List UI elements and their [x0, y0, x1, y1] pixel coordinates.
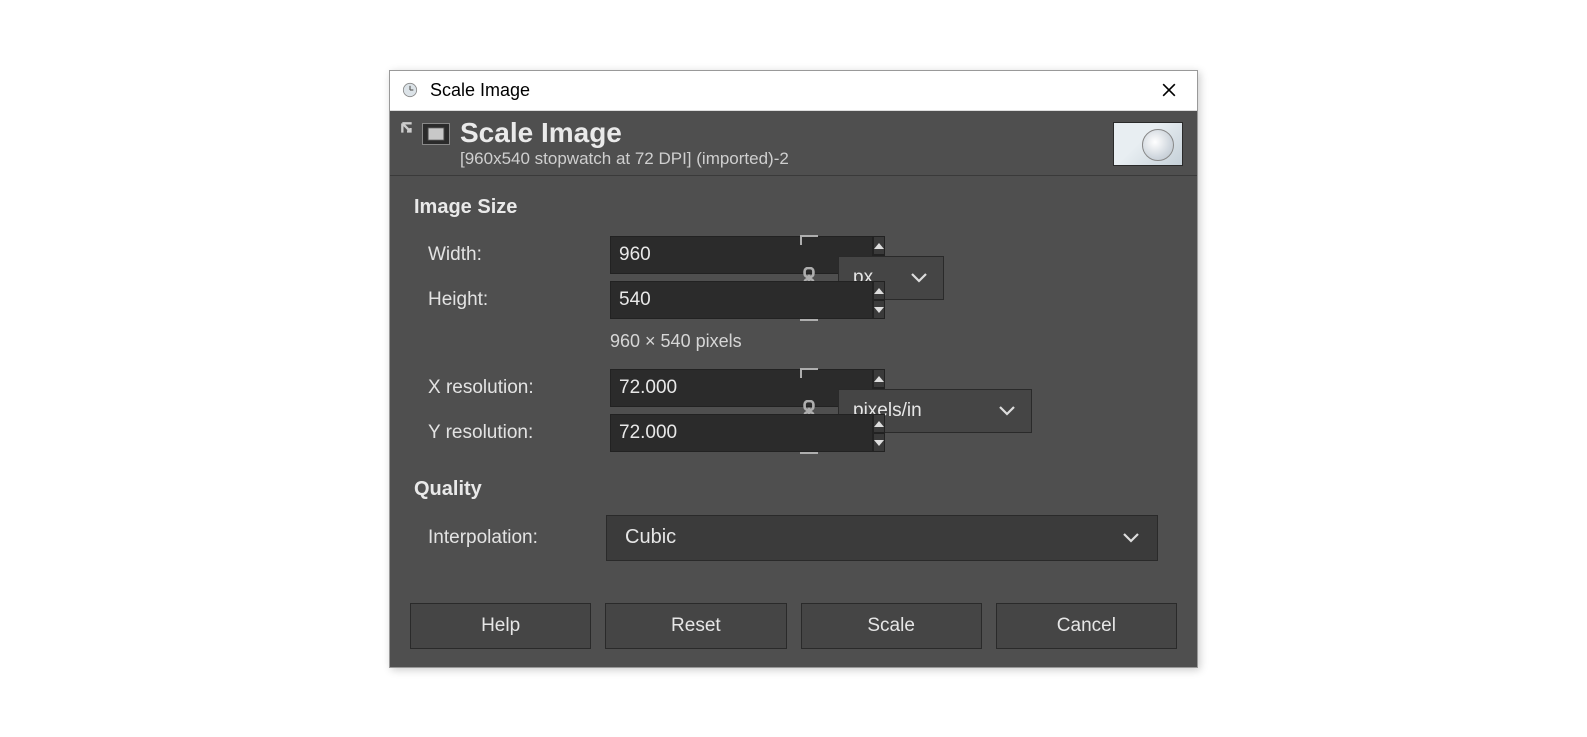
- interpolation-label: Interpolation:: [414, 527, 588, 549]
- chevron-down-icon: [1123, 533, 1139, 543]
- interpolation-dropdown[interactable]: Cubic: [606, 515, 1158, 561]
- yres-input[interactable]: [610, 414, 873, 452]
- width-input-group: [610, 236, 780, 274]
- app-icon: [398, 78, 422, 102]
- pixel-size-note: 960 × 540 pixels: [610, 331, 1048, 352]
- height-spin-down[interactable]: [873, 300, 885, 319]
- scale-image-dialog: Scale Image Scale Image [960x540 stopwat…: [389, 70, 1198, 668]
- height-input-group: [610, 281, 780, 319]
- yres-spin-down[interactable]: [873, 433, 885, 452]
- dialog-title: Scale Image: [460, 119, 1113, 147]
- yres-label: Y resolution:: [414, 422, 604, 444]
- chevron-down-icon: [911, 273, 927, 283]
- image-preview-thumb: [1113, 122, 1183, 166]
- titlebar: Scale Image: [390, 71, 1197, 111]
- close-button[interactable]: [1147, 72, 1191, 108]
- reset-button[interactable]: Reset: [605, 603, 786, 649]
- height-input[interactable]: [610, 281, 873, 319]
- cancel-button[interactable]: Cancel: [996, 603, 1177, 649]
- dialog-body: Scale Image [960x540 stopwatch at 72 DPI…: [390, 111, 1197, 667]
- scale-button[interactable]: Scale: [801, 603, 982, 649]
- yres-input-group: [610, 414, 780, 452]
- button-bar: Help Reset Scale Cancel: [390, 561, 1197, 667]
- height-spin-up[interactable]: [873, 281, 885, 300]
- image-size-heading: Image Size: [414, 196, 1173, 219]
- xres-label: X resolution:: [414, 377, 604, 399]
- window-title: Scale Image: [430, 80, 530, 101]
- collapse-arrow-icon: [400, 121, 418, 139]
- yres-spin-up[interactable]: [873, 414, 885, 433]
- width-label: Width:: [414, 244, 604, 266]
- xres-input-group: [610, 369, 780, 407]
- chevron-down-icon: [999, 406, 1015, 416]
- interpolation-value: Cubic: [625, 526, 676, 549]
- xres-spin-up[interactable]: [873, 369, 885, 388]
- width-spin-up[interactable]: [873, 236, 885, 255]
- width-input[interactable]: [610, 236, 873, 274]
- dialog-subtitle: [960x540 stopwatch at 72 DPI] (imported)…: [460, 149, 1113, 169]
- height-label: Height:: [414, 289, 604, 311]
- dialog-header: Scale Image [960x540 stopwatch at 72 DPI…: [390, 111, 1197, 176]
- header-thumb-icon: [422, 123, 450, 145]
- help-button[interactable]: Help: [410, 603, 591, 649]
- quality-heading: Quality: [414, 478, 1173, 501]
- xres-input[interactable]: [610, 369, 873, 407]
